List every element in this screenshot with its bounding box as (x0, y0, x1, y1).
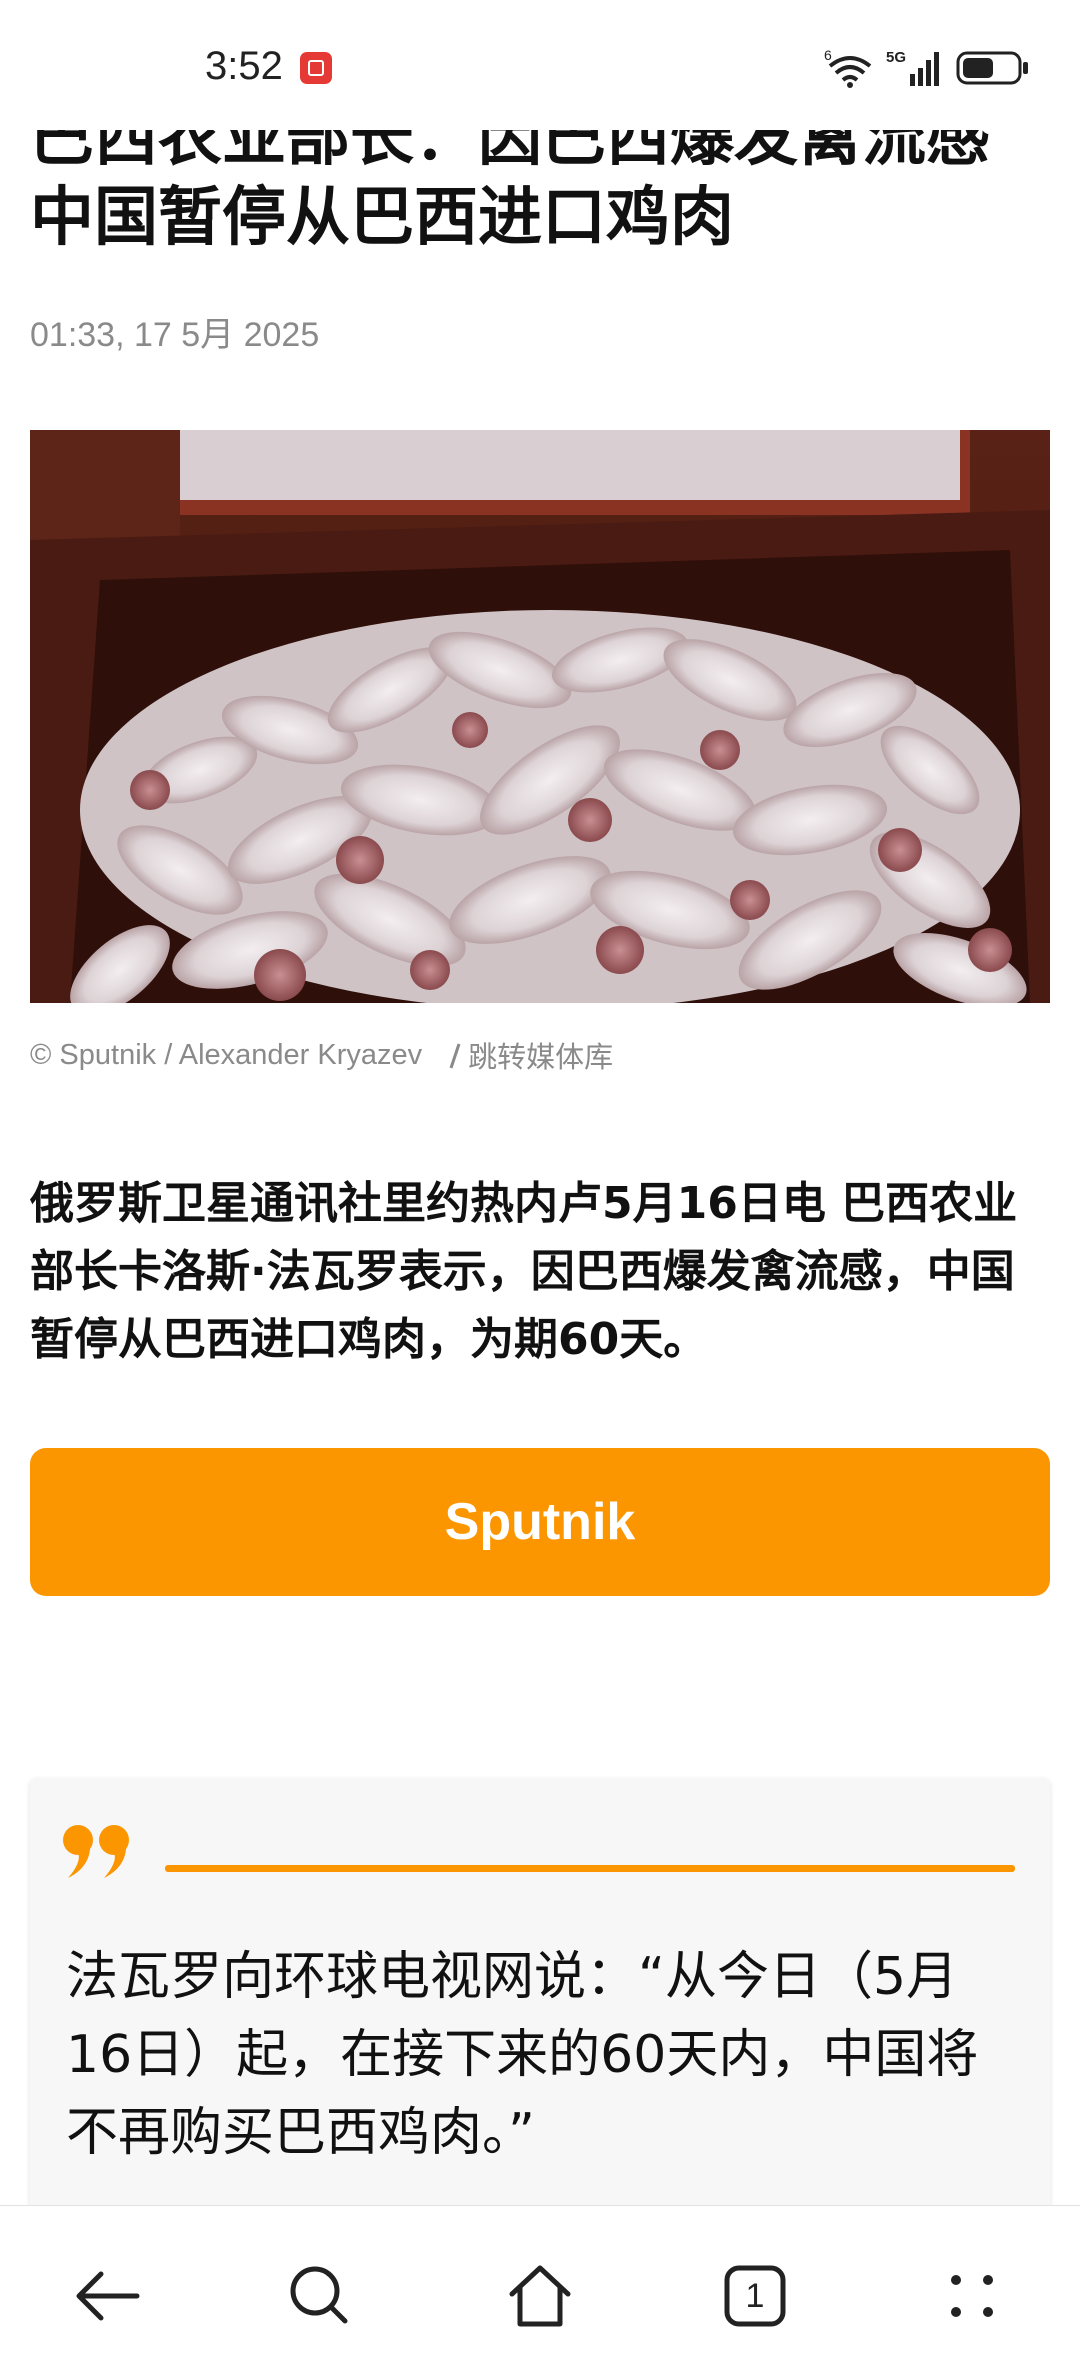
search-button[interactable] (270, 2246, 370, 2346)
article-lead: 俄罗斯卫星通讯社里约热内卢5月16日电 巴西农业部长卡洛斯·法瓦罗表示，因巴西爆… (30, 1178, 1018, 1365)
search-icon (290, 2266, 348, 2324)
quote-card: 法瓦罗向环球电视网说：“从今日（5月16日）起，在接下来的60天内，中国将不再购… (30, 1778, 1050, 2238)
chicken-photo (30, 430, 1050, 1003)
notification-icon (300, 52, 332, 84)
media-library-label: 跳转媒体库 (468, 1042, 614, 1074)
wifi-icon: 6 (824, 48, 872, 88)
back-button[interactable] (58, 2246, 158, 2346)
quote-icon (63, 1825, 129, 1878)
status-time: 3:52 (205, 44, 283, 88)
menu-button[interactable] (922, 2246, 1022, 2346)
network-type: 5G (886, 49, 906, 66)
photo-credit-text: © Sputnik / Alexander Kryazev (30, 1038, 423, 1071)
bottom-navigation: 1 (0, 2205, 1080, 2377)
battery-icon (956, 51, 1028, 85)
status-icons: 6 5G (824, 48, 1030, 88)
quote-divider (165, 1865, 1015, 1872)
signal-icon: 5G (886, 49, 939, 86)
back-icon (76, 2271, 140, 2321)
source-button[interactable]: Sputnik (30, 1448, 1050, 1596)
tab-count: 1 (745, 2276, 765, 2315)
home-icon (509, 2265, 571, 2327)
quote-text: 法瓦罗向环球电视网说：“从今日（5月16日）起，在接下来的60天内，中国将不再购… (66, 1947, 979, 2163)
wifi-badge: 6 (824, 48, 832, 63)
article-date: 01:33, 17 5月 2025 (30, 316, 320, 354)
slash-icon (449, 1043, 461, 1069)
article-image[interactable] (30, 430, 1050, 1003)
home-button[interactable] (490, 2246, 590, 2346)
photo-credit: © Sputnik / Alexander Kryazev 跳转媒体库 (30, 1034, 613, 1076)
menu-icon (951, 2275, 993, 2317)
media-library-link[interactable]: 跳转媒体库 (446, 1034, 613, 1076)
status-bar: 3:52 6 5G (0, 0, 1080, 130)
tabs-button[interactable]: 1 (705, 2246, 805, 2346)
